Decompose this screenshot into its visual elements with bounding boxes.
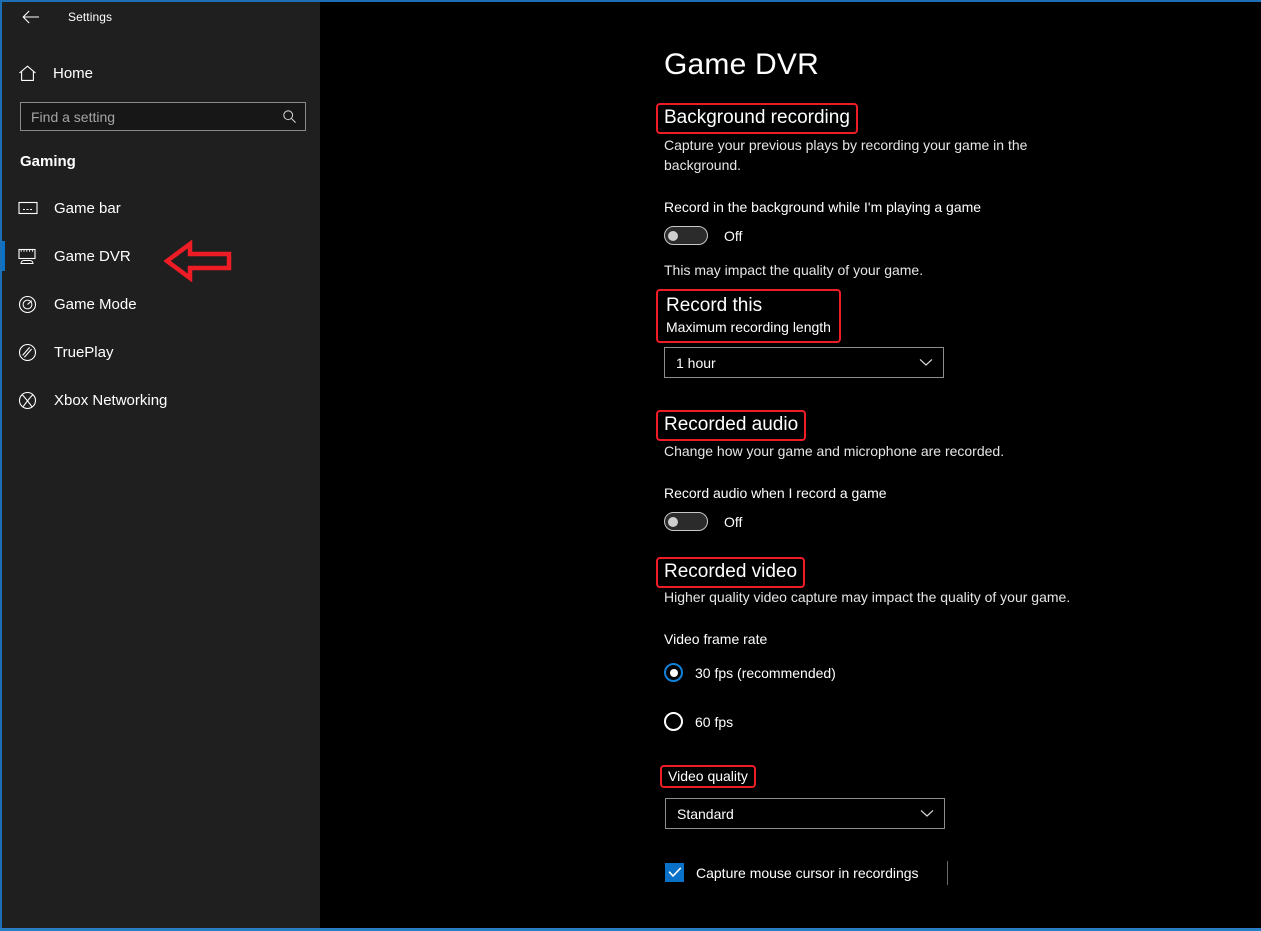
toggle-state-recorded-audio: Off — [724, 514, 742, 530]
sidebar-item-home-label: Home — [53, 65, 93, 82]
note-background-recording: This may impact the quality of your game… — [664, 260, 923, 280]
toggle-recorded-audio[interactable] — [664, 512, 708, 531]
radio-label-60fps: 60 fps — [695, 714, 733, 730]
settings-window: Settings Home Gaming — [0, 0, 1261, 931]
section-sublabel-record-this: Maximum recording length — [666, 319, 831, 335]
toggle-row-background-recording: Off — [664, 226, 742, 245]
checkbox-label-capture-mouse-cursor: Capture mouse cursor in recordings — [696, 865, 919, 881]
section-heading-recorded-video: Recorded video — [656, 557, 805, 588]
radio-button-60fps[interactable] — [664, 712, 683, 731]
sidebar-item-home[interactable]: Home — [2, 56, 320, 90]
chevron-down-icon — [919, 358, 933, 367]
xbox-icon — [18, 391, 44, 410]
game-bar-icon — [18, 200, 44, 216]
game-dvr-icon — [18, 248, 44, 265]
sidebar-item-game-bar[interactable]: Game bar — [2, 184, 320, 232]
section-heading-record-this: Record this — [666, 295, 831, 317]
sidebar-item-game-dvr[interactable]: Game DVR — [2, 232, 320, 280]
label-video-frame-rate: Video frame rate — [664, 631, 767, 647]
toggle-knob — [668, 231, 678, 241]
toggle-row-recorded-audio: Off — [664, 512, 742, 531]
section-description-recorded-audio: Change how your game and microphone are … — [664, 441, 1004, 461]
window-title: Settings — [68, 10, 112, 24]
checkbox-capture-mouse-cursor[interactable] — [665, 863, 684, 882]
radio-label-30fps: 30 fps (recommended) — [695, 665, 836, 681]
dropdown-max-recording-length[interactable]: 1 hour — [664, 347, 944, 378]
radio-option-30fps[interactable]: 30 fps (recommended) — [664, 663, 836, 682]
dropdown-value-max-recording-length: 1 hour — [676, 355, 919, 371]
search-icon — [282, 109, 297, 124]
section-heading-background-recording: Background recording — [656, 103, 858, 134]
sidebar-item-trueplay-label: TruePlay — [54, 344, 113, 361]
back-button[interactable] — [16, 3, 46, 31]
checkbox-row-capture-mouse-cursor[interactable]: Capture mouse cursor in recordings — [665, 863, 919, 882]
search-input[interactable] — [31, 109, 282, 125]
toggle-label-background-recording: Record in the background while I'm playi… — [664, 199, 981, 215]
sidebar-item-trueplay[interactable]: TruePlay — [2, 328, 320, 376]
sidebar-item-xbox-networking[interactable]: Xbox Networking — [2, 376, 320, 424]
toggle-knob — [668, 517, 678, 527]
toggle-label-recorded-audio: Record audio when I record a game — [664, 485, 887, 501]
sidebar-item-game-bar-label: Game bar — [54, 200, 121, 217]
checkmark-icon — [668, 867, 682, 878]
chevron-down-icon — [920, 809, 934, 818]
dropdown-value-video-quality: Standard — [677, 806, 920, 822]
game-mode-icon — [18, 295, 44, 314]
dropdown-video-quality[interactable]: Standard — [665, 798, 945, 829]
section-heading-recorded-audio: Recorded audio — [656, 410, 806, 441]
radio-button-30fps[interactable] — [664, 663, 683, 682]
toggle-background-recording[interactable] — [664, 226, 708, 245]
trueplay-icon — [18, 343, 44, 362]
search-box[interactable] — [20, 102, 306, 131]
sidebar-item-game-mode[interactable]: Game Mode — [2, 280, 320, 328]
section-heading-record-this-box: Record this Maximum recording length — [656, 289, 841, 343]
text-caret-artifact — [947, 861, 948, 885]
sidebar-group-header: Gaming — [20, 153, 320, 170]
section-description-recorded-video: Higher quality video capture may impact … — [664, 587, 1070, 607]
selection-indicator — [2, 241, 5, 271]
sidebar: Settings Home Gaming — [0, 2, 320, 928]
sidebar-nav: Game bar Game DVR — [2, 184, 320, 424]
toggle-state-background-recording: Off — [724, 228, 742, 244]
section-description-background-recording: Capture your previous plays by recording… — [664, 135, 1064, 176]
home-icon — [18, 65, 44, 82]
back-arrow-icon — [22, 10, 40, 24]
sidebar-item-game-dvr-label: Game DVR — [54, 248, 131, 265]
titlebar: Settings — [2, 2, 320, 32]
label-video-quality: Video quality — [660, 765, 756, 788]
sidebar-item-game-mode-label: Game Mode — [54, 296, 137, 313]
page-title: Game DVR — [664, 48, 819, 82]
sidebar-item-xbox-networking-label: Xbox Networking — [54, 392, 167, 409]
main-content: Game DVR Background recording Capture yo… — [320, 2, 1261, 928]
radio-option-60fps[interactable]: 60 fps — [664, 712, 733, 731]
